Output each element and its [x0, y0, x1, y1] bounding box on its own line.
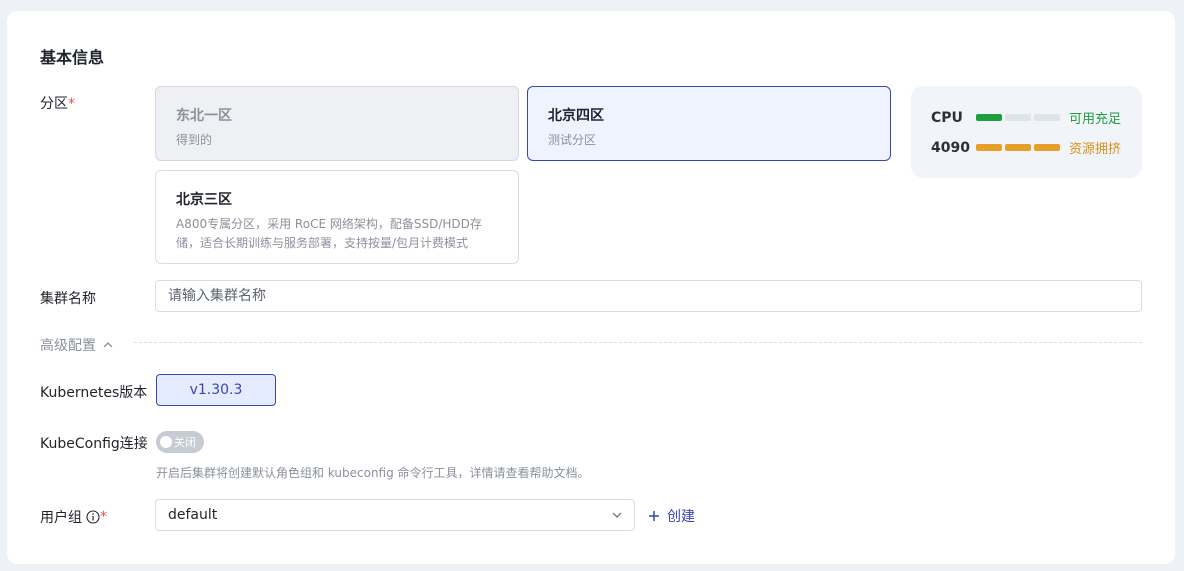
kubeconfig-hint: 开启后集群将创建默认角色组和 kubeconfig 命令行工具，详情请查看帮助文…	[156, 466, 590, 480]
zone-option-dongbei-1[interactable]: 东北一区 得到的	[155, 86, 519, 161]
toggle-knob	[160, 436, 172, 448]
zone-option-beijing-3[interactable]: 北京三区 A800专属分区，采用 RoCE 网络架构，配备SSD/HDD存储，适…	[155, 170, 519, 264]
info-icon[interactable]	[86, 510, 100, 524]
section-title: 基本信息	[40, 48, 105, 67]
chevron-down-icon	[612, 512, 622, 518]
advanced-config-label: 高级配置	[40, 338, 96, 354]
toggle-label: 关闭	[174, 436, 196, 449]
create-user-group-button[interactable]: 创建	[648, 506, 695, 526]
resource-name: 4090	[931, 139, 970, 156]
zone-option-desc: 测试分区	[548, 133, 597, 147]
zone-option-desc: A800专属分区，采用 RoCE 网络架构，配备SSD/HDD存储，适合长期训练…	[176, 217, 482, 250]
chevron-up-icon	[103, 342, 113, 348]
zone-option-beijing-4[interactable]: 北京四区 测试分区	[527, 86, 891, 161]
advanced-config-toggle[interactable]: 高级配置	[40, 335, 114, 355]
user-group-value: default	[168, 507, 218, 523]
zone-label: 分区*	[40, 93, 75, 113]
resource-bar-segment	[1034, 114, 1060, 121]
resource-name: CPU	[931, 109, 963, 126]
zone-option-name: 北京四区	[548, 108, 604, 124]
zone-option-name: 北京三区	[176, 192, 232, 208]
resource-bar-segment	[1005, 144, 1031, 151]
plus-icon	[649, 511, 659, 521]
resource-status-panel: CPU 可用充足 4090 资源拥挤	[911, 86, 1142, 178]
resource-status-text: 资源拥挤	[1069, 142, 1122, 157]
form-card: 基本信息 分区* 东北一区 得到的 北京四区 测试分区 北京三区 A800专属分…	[7, 11, 1175, 564]
create-label: 创建	[667, 509, 695, 525]
resource-bar-segment	[1034, 144, 1060, 151]
resource-bar-segment	[976, 144, 1002, 151]
resource-status-text: 可用充足	[1069, 112, 1122, 127]
resource-bar-segment	[1005, 114, 1031, 121]
resource-row-4090: 4090 资源拥挤	[931, 138, 1122, 158]
kubeconfig-label: KubeConfig连接	[40, 436, 148, 452]
zone-option-name: 东北一区	[176, 108, 232, 124]
zone-label-text: 分区	[40, 96, 68, 112]
kubeconfig-toggle[interactable]: 关闭	[156, 431, 204, 453]
user-group-label: 用户组 *	[40, 507, 107, 527]
resource-row-cpu: CPU 可用充足	[931, 108, 1122, 128]
user-group-select[interactable]: default	[155, 499, 635, 531]
cluster-name-label: 集群名称	[40, 291, 96, 307]
kubernetes-version-option[interactable]: v1.30.3	[156, 374, 276, 406]
required-mark: *	[68, 96, 75, 112]
user-group-label-text: 用户组	[40, 510, 82, 526]
zone-option-desc: 得到的	[176, 133, 213, 147]
kubernetes-version-label: Kubernetes版本	[40, 385, 148, 401]
resource-bar-segment	[976, 114, 1002, 121]
advanced-divider	[134, 342, 1142, 343]
required-mark: *	[100, 509, 107, 525]
cluster-name-input[interactable]: 请输入集群名称	[155, 280, 1142, 312]
